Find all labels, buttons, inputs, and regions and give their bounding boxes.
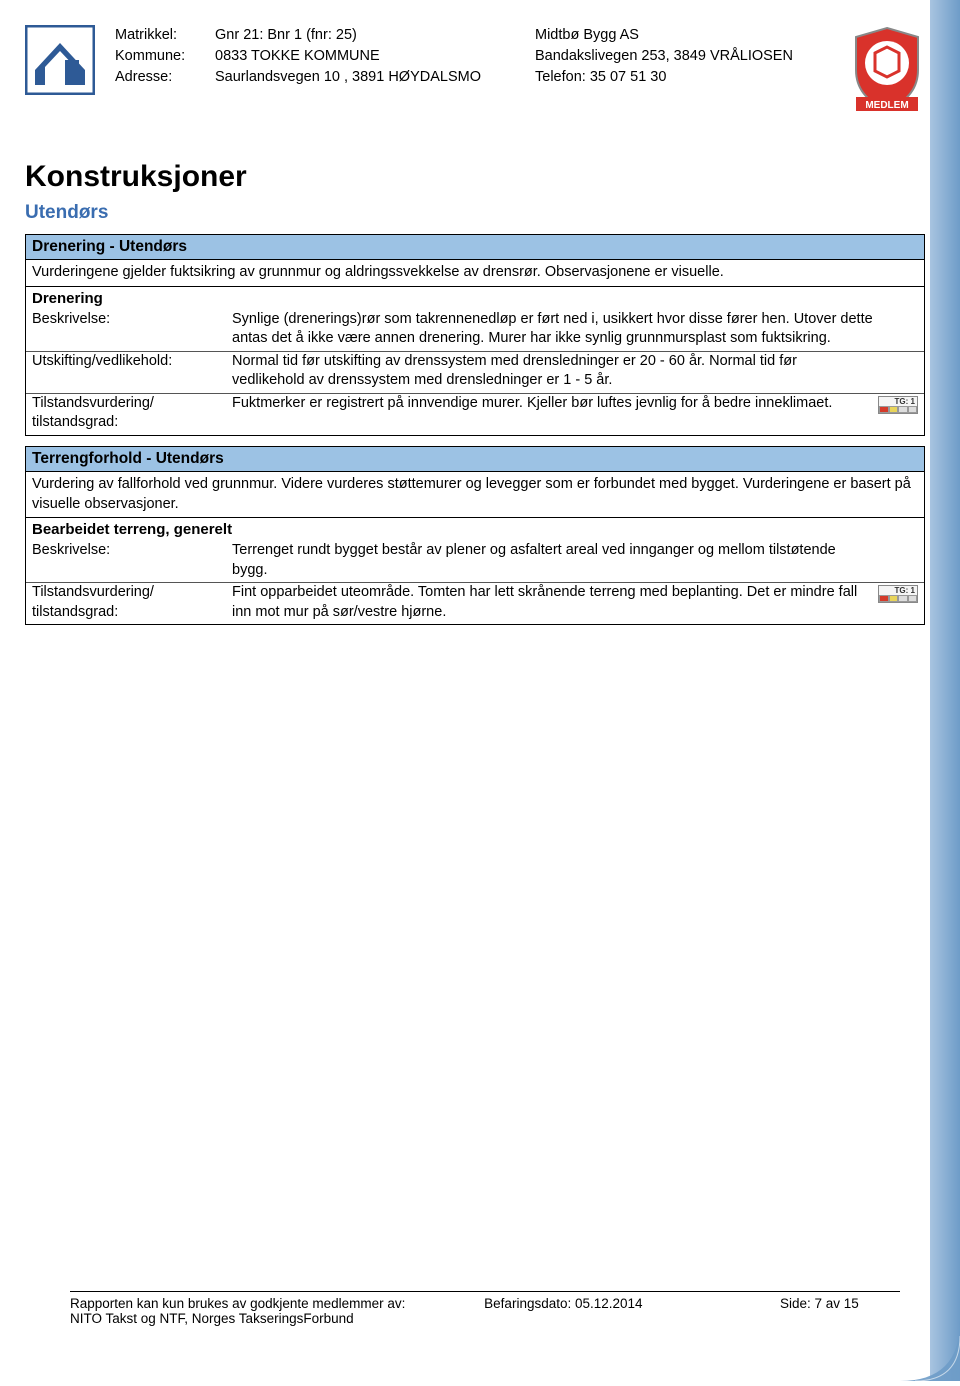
- tg-squares-icon: [879, 595, 917, 602]
- page-footer: Rapporten kan kun brukes av godkjente me…: [70, 1291, 900, 1326]
- tg-squares-icon: [879, 406, 917, 413]
- kv-row-tilstand: Tilstandsvurdering/ tilstandsgrad: Fuktm…: [26, 394, 924, 435]
- kv-value: Terrenget rundt bygget består av plener …: [232, 541, 918, 580]
- company-name: Midtbø Bygg AS: [535, 25, 840, 46]
- kv-row-beskrivelse: Beskrivelse: Synlige (drenerings)rør som…: [26, 310, 924, 352]
- kv-label: Beskrivelse:: [32, 541, 232, 561]
- page-number: Side: 7 av 15: [780, 1296, 900, 1326]
- footer-line2: NITO Takst og NTF, Norges TakseringsForb…: [70, 1311, 484, 1326]
- kommune-value: 0833 TOKKE KOMMUNE: [215, 46, 535, 67]
- company-telephone: Telefon: 35 07 51 30: [535, 67, 840, 88]
- tg-label: TG: 1: [879, 586, 917, 595]
- adresse-value: Saurlandsvegen 10 , 3891 HØYDALSMO: [215, 67, 535, 88]
- footer-line1: Rapporten kan kun brukes av godkjente me…: [70, 1296, 484, 1311]
- document-header: Matrikkel: Gnr 21: Bnr 1 (fnr: 25) Midtb…: [25, 25, 925, 120]
- matrikkel-label: Matrikkel:: [115, 25, 215, 46]
- section-description: Vurdering av fallforhold ved grunnmur. V…: [26, 472, 924, 518]
- kv-value: Fint opparbeidet uteområde. Tomten har l…: [232, 583, 918, 622]
- kv-row-utskifting: Utskifting/vedlikehold: Normal tid før u…: [26, 352, 924, 394]
- section-description: Vurderingene gjelder fuktsikring av grun…: [26, 260, 924, 287]
- subsection-title: Drenering: [26, 287, 924, 310]
- kommune-label: Kommune:: [115, 46, 215, 67]
- header-info-table: Matrikkel: Gnr 21: Bnr 1 (fnr: 25) Midtb…: [115, 25, 840, 88]
- kv-value: Normal tid før utskifting av drenssystem…: [232, 352, 918, 391]
- kv-label: Tilstandsvurdering/ tilstandsgrad:: [32, 394, 232, 433]
- section-drenering: Drenering - Utendørs Vurderingene gjelde…: [25, 234, 925, 436]
- decorative-right-strip: [930, 0, 960, 1381]
- section-header: Drenering - Utendørs: [26, 235, 924, 260]
- tg-badge: TG: 1: [878, 396, 918, 414]
- tilstand-text: Fint opparbeidet uteområde. Tomten har l…: [232, 584, 857, 620]
- befaring-label: Befaringsdato:: [484, 1296, 571, 1311]
- section-terrengforhold: Terrengforhold - Utendørs Vurdering av f…: [25, 446, 925, 625]
- kv-row-beskrivelse: Beskrivelse: Terrenget rundt bygget best…: [26, 541, 924, 583]
- page-subtitle: Utendørs: [25, 202, 925, 224]
- kv-label: Tilstandsvurdering/ tilstandsgrad:: [32, 583, 232, 622]
- kv-value: Synlige (drenerings)rør som takrennenedl…: [232, 310, 918, 349]
- company-logo-icon: [25, 25, 95, 95]
- adresse-label: Adresse:: [115, 67, 215, 88]
- kv-row-tilstand: Tilstandsvurdering/ tilstandsgrad: Fint …: [26, 583, 924, 624]
- tilstand-text: Fuktmerker er registrert på innvendige m…: [232, 395, 832, 411]
- tg-label: TG: 1: [879, 397, 917, 406]
- tg-badge: TG: 1: [878, 585, 918, 603]
- kv-label: Beskrivelse:: [32, 310, 232, 330]
- section-header: Terrengforhold - Utendørs: [26, 447, 924, 472]
- befaring-value: 05.12.2014: [575, 1296, 643, 1311]
- subsection-title: Bearbeidet terreng, generelt: [26, 518, 924, 541]
- matrikkel-value: Gnr 21: Bnr 1 (fnr: 25): [215, 25, 535, 46]
- company-address: Bandakslivegen 253, 3849 VRÅLIOSEN: [535, 46, 840, 67]
- kv-label: Utskifting/vedlikehold:: [32, 352, 232, 372]
- medlem-text: MEDLEM: [865, 100, 908, 111]
- page-title: Konstruksjoner: [25, 160, 925, 194]
- medlem-badge-icon: MEDLEM: [850, 25, 925, 120]
- kv-value: Fuktmerker er registrert på innvendige m…: [232, 394, 918, 414]
